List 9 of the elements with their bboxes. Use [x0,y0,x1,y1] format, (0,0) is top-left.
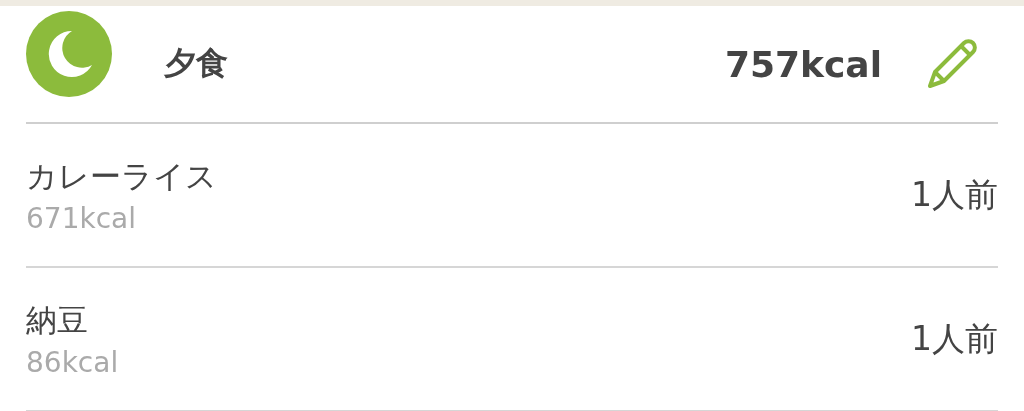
serving-size: 1人前 [911,173,998,216]
edit-icon[interactable] [926,38,978,90]
food-calories: 86kcal [26,345,120,379]
meal-title: 夕食 [164,43,229,84]
food-calories: 671kcal [26,201,137,235]
serving-size: 1人前 [911,317,998,360]
food-name: カレーライス [26,156,218,196]
meal-calories: 757kcal [724,43,882,85]
food-name: 納豆 [26,300,89,340]
